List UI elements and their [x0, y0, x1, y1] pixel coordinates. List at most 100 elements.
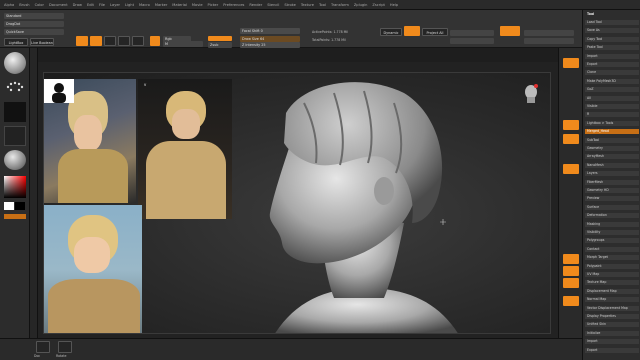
- tool-palette-row[interactable]: Merged_Head: [585, 129, 639, 135]
- menu-item-document[interactable]: Document: [49, 3, 68, 7]
- adapt-slider[interactable]: [524, 38, 574, 44]
- document-viewport[interactable]: V: [43, 72, 551, 334]
- rgb-intensity-slider[interactable]: M: [163, 41, 203, 47]
- move-view-button[interactable]: [563, 266, 579, 276]
- tool-palette-row[interactable]: Normal Map: [585, 297, 639, 303]
- tool-palette-row[interactable]: Lightbox > Tools: [585, 120, 639, 126]
- menu-item-tool[interactable]: Tool: [319, 3, 326, 7]
- perspective-button[interactable]: [404, 26, 420, 36]
- move-button[interactable]: [104, 36, 116, 46]
- tool-palette-row[interactable]: Copy Tool: [585, 36, 639, 42]
- project-all-button[interactable]: Project All: [422, 28, 448, 36]
- menu-item-material[interactable]: Material: [172, 3, 187, 7]
- tool-palette-row[interactable]: Vector Displacement Map: [585, 305, 639, 311]
- draw-button[interactable]: [90, 36, 102, 46]
- zremesher-slider[interactable]: [450, 30, 494, 36]
- texture-off-icon[interactable]: [4, 126, 26, 146]
- focal-shift-slider[interactable]: Focal Shift 0: [240, 28, 300, 34]
- local-button[interactable]: [563, 164, 579, 174]
- tool-palette-row[interactable]: Geometry HD: [585, 188, 639, 193]
- zoom-view-button[interactable]: [563, 278, 579, 288]
- live-boolean-button[interactable]: Live Boolean: [30, 38, 54, 46]
- matcap-gray-icon[interactable]: [4, 150, 26, 170]
- subtool-icon[interactable]: [500, 26, 520, 36]
- tool-palette-row[interactable]: UV Map: [585, 272, 639, 277]
- menu-item-file[interactable]: File: [99, 3, 105, 7]
- tool-palette-row[interactable]: Masking: [585, 221, 639, 227]
- tool-palette-row[interactable]: Display Properties: [585, 314, 639, 319]
- switch-color-button[interactable]: [4, 214, 26, 219]
- projection-slider[interactable]: [450, 38, 494, 44]
- perspective-toggle-button[interactable]: [563, 120, 579, 130]
- tool-palette-row[interactable]: NanoMesh: [585, 162, 639, 168]
- navigation-head-icon[interactable]: [522, 83, 540, 105]
- tool-palette-row[interactable]: Polygroups: [585, 238, 639, 244]
- tool-palette-row[interactable]: Unified Skin: [585, 322, 639, 328]
- zsub-button[interactable]: Zsub: [208, 42, 232, 48]
- menu-item-stencil[interactable]: Stencil: [267, 3, 279, 7]
- tool-palette-row[interactable]: Deformation: [585, 213, 639, 219]
- tool-palette-row[interactable]: Import: [585, 339, 639, 345]
- secondary-color-swatch[interactable]: [15, 202, 25, 210]
- tool-palette-row[interactable]: Preview: [585, 196, 639, 202]
- menu-item-help[interactable]: Help: [390, 3, 398, 7]
- doc-button[interactable]: [36, 341, 50, 353]
- brush-dropdown[interactable]: Standard: [4, 13, 64, 19]
- lightbox-button[interactable]: LightBox: [4, 38, 28, 46]
- menu-item-brush[interactable]: Brush: [19, 3, 29, 7]
- tool-palette-row[interactable]: Contact: [585, 246, 639, 252]
- tool-palette-row[interactable]: Polypaint: [585, 263, 639, 269]
- tool-palette-row[interactable]: Layers: [585, 171, 639, 177]
- menu-item-zscript[interactable]: Zscript: [372, 3, 384, 7]
- dynamic-button[interactable]: Dynamic: [380, 28, 402, 36]
- menu-item-draw[interactable]: Draw: [73, 3, 82, 7]
- dragdot-stroke-icon[interactable]: [4, 80, 26, 94]
- menu-item-stroke[interactable]: Stroke: [284, 3, 295, 7]
- frame-button[interactable]: [563, 254, 579, 264]
- menu-item-render[interactable]: Render: [249, 3, 262, 7]
- color-picker-icon[interactable]: [4, 176, 26, 198]
- quicksave-button[interactable]: QuickSave: [4, 29, 64, 35]
- tool-palette-row[interactable]: Save As: [585, 28, 639, 34]
- rotate-view-button[interactable]: [563, 296, 579, 306]
- menu-item-marker[interactable]: Marker: [155, 3, 167, 7]
- tool-palette-row[interactable]: Visibility: [585, 230, 639, 235]
- menu-item-macro[interactable]: Macro: [139, 3, 150, 7]
- scale-button[interactable]: [118, 36, 130, 46]
- menu-item-picker[interactable]: Picker: [208, 3, 219, 7]
- tool-palette-row[interactable]: Surface: [585, 204, 639, 210]
- target-polygons-slider[interactable]: [524, 30, 574, 36]
- tool-palette-row[interactable]: FiberMesh: [585, 179, 639, 185]
- menu-item-movie[interactable]: Movie: [192, 3, 203, 7]
- tool-palette-row[interactable]: Morph Target: [585, 255, 639, 261]
- alpha-off-icon[interactable]: [4, 102, 26, 122]
- menu-item-alpha[interactable]: Alpha: [4, 3, 14, 7]
- tool-palette-row[interactable]: GoZ: [585, 87, 639, 93]
- rotate-button[interactable]: [132, 36, 144, 46]
- edit-button[interactable]: [76, 36, 88, 46]
- floor-button[interactable]: [563, 134, 579, 144]
- menu-item-edit[interactable]: Edit: [87, 3, 94, 7]
- menu-item-texture[interactable]: Texture: [301, 3, 314, 7]
- tool-palette-row[interactable]: Initialize: [585, 330, 639, 336]
- tool-palette-row[interactable]: Export: [585, 62, 639, 67]
- stroke-dropdown[interactable]: DragDot: [4, 21, 64, 27]
- menu-item-preferences[interactable]: Preferences: [223, 3, 244, 7]
- menu-item-zplugin[interactable]: Zplugin: [354, 3, 368, 7]
- zadd-button[interactable]: [208, 36, 232, 41]
- tool-palette-row[interactable]: Visible: [585, 104, 639, 109]
- menu-item-transform[interactable]: Transform: [331, 3, 349, 7]
- tool-palette-row[interactable]: Texture Map: [585, 280, 639, 286]
- tool-palette-row[interactable]: Make PolyMesh3D: [585, 78, 639, 84]
- menu-item-light[interactable]: Light: [125, 3, 134, 7]
- rotate-bottom-button[interactable]: [58, 341, 72, 353]
- tool-palette-row[interactable]: Export: [585, 347, 639, 353]
- tool-palette-row[interactable]: Load Tool: [585, 20, 639, 25]
- tool-palette-row[interactable]: SubTool: [585, 137, 639, 143]
- tool-palette-row[interactable]: Displacement Map: [585, 288, 639, 294]
- tool-palette-row[interactable]: Import: [585, 53, 639, 59]
- mrgb-button[interactable]: [150, 36, 160, 46]
- tool-palette-row[interactable]: R: [585, 112, 639, 118]
- tool-palette-row[interactable]: All: [585, 95, 639, 101]
- tool-palette-row[interactable]: Clone: [585, 70, 639, 76]
